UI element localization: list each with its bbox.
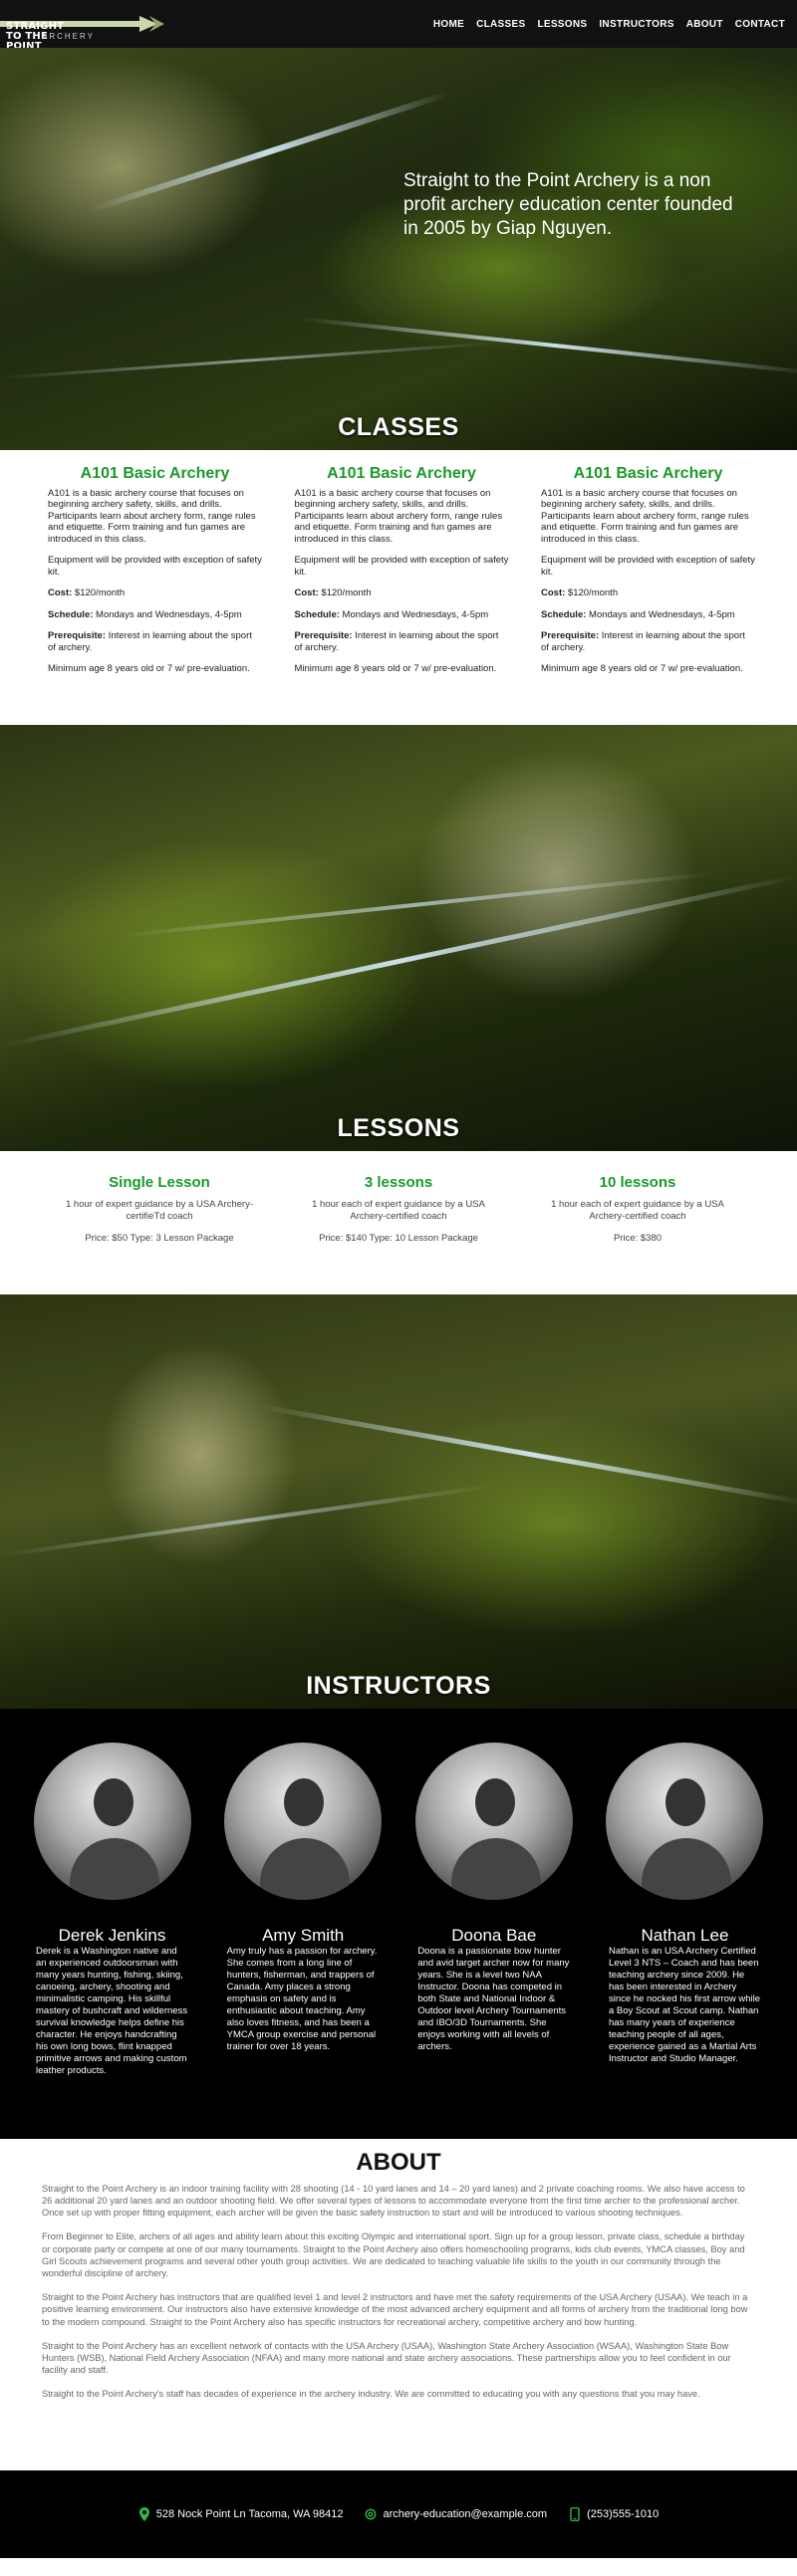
arrow-streak	[298, 317, 797, 375]
instructor-photo	[33, 1742, 191, 1900]
class-card: A101 Basic Archery A101 is a basic arche…	[541, 465, 755, 685]
arrow-streak	[0, 873, 797, 1049]
instructor-card: Doona Bae Doona is a passionate bow hunt…	[411, 1742, 576, 2109]
class-title: A101 Basic Archery	[327, 465, 476, 482]
hero-tagline: Straight to the Point Archery is a non p…	[403, 170, 733, 239]
nav-lessons[interactable]: LESSONS	[537, 19, 587, 30]
phone-icon	[570, 2506, 580, 2521]
class-prerequisite: Prerequisite: Interest in learning about…	[48, 630, 252, 653]
lesson-title: 3 lessons	[364, 1173, 433, 1191]
at-sign-icon	[366, 2508, 377, 2519]
class-title: A101 Basic Archery	[80, 465, 230, 482]
arrow-streak	[89, 90, 451, 213]
lesson-description: 1 hour each of expert guidance by a USA …	[551, 1198, 724, 1222]
about-paragraph: Straight to the Point Archery has instru…	[42, 2292, 748, 2327]
instructors-banner: INSTRUCTORS	[0, 1293, 797, 1709]
instructor-card: Nathan Lee Nathan is an USA Archery Cert…	[603, 1742, 767, 2109]
instructor-name: Nathan Lee	[641, 1925, 729, 1945]
class-card: A101 Basic Archery A101 is a basic arche…	[294, 465, 509, 685]
lesson-card: Single Lesson 1 hour of expert guidance …	[60, 1173, 259, 1255]
instructor-name: Doona Bae	[451, 1925, 537, 1945]
class-title: A101 Basic Archery	[573, 465, 723, 482]
class-card: A101 Basic Archery A101 is a basic arche…	[48, 465, 262, 685]
about-paragraph: Straight to the Point Archery has an exc…	[42, 2340, 731, 2376]
class-age: Minimum age 8 years old or 7 w/ pre-eval…	[294, 663, 497, 674]
about-paragraph: Straight to the Point Archery is an indo…	[42, 2183, 745, 2219]
class-equipment: Equipment will be provided with exceptio…	[48, 555, 262, 578]
class-prerequisite: Prerequisite: Interest in learning about…	[294, 630, 499, 653]
instructor-name: Derek Jenkins	[58, 1925, 166, 1945]
class-description: A101 is a basic archery course that focu…	[294, 487, 503, 545]
footer-address: 528 Nock Point Ln Tacoma, WA 98412	[138, 2506, 344, 2521]
class-schedule: Schedule: Mondays and Wednesdays, 4-5pm	[541, 608, 735, 620]
nav-instructors[interactable]: INSTRUCTORS	[599, 19, 673, 30]
class-cost: Cost: $120/month	[48, 587, 126, 598]
nav-about[interactable]: ABOUT	[686, 19, 723, 30]
footer-email[interactable]: archery-education@example.com	[365, 2507, 547, 2521]
about-heading: ABOUT	[356, 2148, 441, 2176]
class-equipment: Equipment will be provided with exceptio…	[541, 555, 755, 578]
nav-contact[interactable]: CONTACT	[735, 19, 785, 30]
instructor-photo	[414, 1742, 573, 1900]
instructor-bio: Derek is a Washington native and an expe…	[36, 1945, 188, 2076]
nav-menu: HOME CLASSES LESSONS INSTRUCTORS ABOUT C…	[433, 19, 785, 30]
instructor-bio: Doona is a passionate bow hunter and avi…	[417, 1945, 570, 2052]
hero-banner: Straight to the Point Archery is a non p…	[0, 48, 797, 450]
footer: 528 Nock Point Ln Tacoma, WA 98412 arche…	[0, 2469, 797, 2558]
instructor-card: Derek Jenkins Derek is a Washington nati…	[30, 1742, 194, 2109]
logo-subtitle: ARCHERY	[42, 32, 95, 41]
instructor-card: Amy Smith Amy truly has a passion for ar…	[221, 1742, 386, 2109]
instructor-bio: Nathan is an USA Archery Certified Level…	[608, 1945, 761, 2064]
lesson-title: Single Lesson	[109, 1173, 210, 1191]
classes-section: A101 Basic Archery A101 is a basic arche…	[0, 450, 797, 725]
address-text: 528 Nock Point Ln Tacoma, WA 98412	[155, 2507, 344, 2520]
map-pin-icon	[138, 2506, 149, 2521]
class-prerequisite: Prerequisite: Interest in learning about…	[541, 630, 745, 653]
instructor-name: Amy Smith	[262, 1925, 345, 1945]
arrow-streak	[0, 1483, 494, 1557]
class-age: Minimum age 8 years old or 7 w/ pre-eval…	[541, 663, 743, 674]
instructors-section: Derek Jenkins Derek is a Washington nati…	[0, 1708, 797, 2139]
class-schedule: Schedule: Mondays and Wednesdays, 4-5pm	[294, 608, 489, 620]
lesson-card: 10 lessons 1 hour each of expert guidanc…	[538, 1173, 737, 1255]
lesson-price: Price: $140 Type: 10 Lesson Package	[319, 1232, 478, 1244]
about-paragraph: From Beginner to Elite, archers of all a…	[42, 2231, 745, 2278]
lesson-title: 10 lessons	[599, 1173, 676, 1191]
lesson-description: 1 hour each of expert guidance by a USA …	[312, 1198, 485, 1222]
class-cost: Cost: $120/month	[541, 587, 619, 598]
lesson-description: 1 hour of expert guidance by a USA Arche…	[66, 1198, 253, 1222]
class-cost: Cost: $120/month	[294, 587, 372, 598]
lessons-section: Single Lesson 1 hour of expert guidance …	[0, 1151, 797, 1294]
footer-phone[interactable]: (253)555-1010	[569, 2506, 659, 2521]
class-age: Minimum age 8 years old or 7 w/ pre-eval…	[48, 663, 250, 674]
class-equipment: Equipment will be provided with exceptio…	[294, 555, 509, 578]
lesson-price: Price: $380	[613, 1232, 663, 1244]
instructor-photo	[224, 1742, 383, 1900]
lesson-price: Price: $50 Type: 3 Lesson Package	[85, 1232, 234, 1244]
arrow-streak	[258, 1403, 797, 1506]
arrow-streak	[0, 342, 497, 379]
nav-classes[interactable]: CLASSES	[476, 19, 525, 30]
about-section: ABOUT Straight to the Point Archery is a…	[0, 2139, 797, 2470]
instructor-bio: Amy truly has a passion for archery. She…	[226, 1945, 378, 2052]
class-description: A101 is a basic archery course that focu…	[48, 487, 256, 545]
class-schedule: Schedule: Mondays and Wednesdays, 4-5pm	[48, 608, 242, 620]
nav-home[interactable]: HOME	[433, 19, 464, 30]
lessons-banner: LESSONS	[0, 724, 797, 1151]
classes-heading: CLASSES	[338, 413, 459, 441]
instructor-photo	[606, 1742, 764, 1900]
lesson-card: 3 lessons 1 hour each of expert guidance…	[299, 1173, 498, 1255]
phone-link[interactable]: (253)555-1010	[587, 2508, 659, 2520]
email-link[interactable]: archery-education@example.com	[383, 2508, 547, 2520]
top-nav: STRAIGHT TO THE POINT ARCHERY HOME CLASS…	[0, 0, 797, 52]
class-description: A101 is a basic archery course that focu…	[541, 487, 749, 545]
about-paragraph: Straight to the Point Archery's staff ha…	[42, 2389, 700, 2400]
lessons-heading: LESSONS	[337, 1113, 460, 1142]
instructors-heading: INSTRUCTORS	[306, 1671, 491, 1700]
arrow-streak	[119, 870, 714, 938]
